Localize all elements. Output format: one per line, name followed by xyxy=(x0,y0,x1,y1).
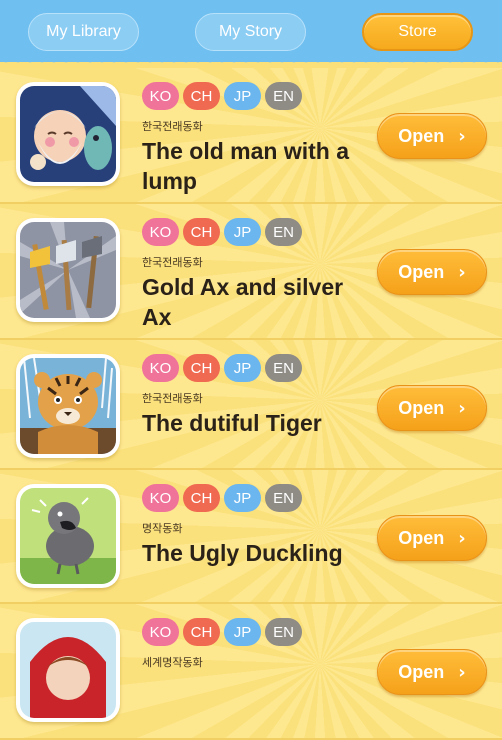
book-category: 한국전래동화 xyxy=(142,256,203,269)
list-item: KO CH JP EN 한국전래동화 The old man with a lu… xyxy=(0,68,502,204)
language-badges: KO CH JP EN xyxy=(142,218,302,246)
scalloped-edge xyxy=(0,56,502,68)
lang-badge-ch: CH xyxy=(183,354,220,382)
tab-my-story[interactable]: My Story xyxy=(195,13,306,51)
lang-badge-ko: KO xyxy=(142,218,179,246)
lang-badge-jp: JP xyxy=(224,218,261,246)
language-badges: KO CH JP EN xyxy=(142,354,302,382)
lang-badge-ko: KO xyxy=(142,484,179,512)
list-item: KO CH JP EN 한국전래동화 The dutiful Tiger Ope… xyxy=(0,340,502,470)
language-badges: KO CH JP EN xyxy=(142,82,302,110)
lang-badge-en: EN xyxy=(265,218,302,246)
language-badges: KO CH JP EN xyxy=(142,618,302,646)
list-item: KO CH JP EN 세계명작동화 Open › xyxy=(0,604,502,740)
lang-badge-jp: JP xyxy=(224,82,261,110)
book-cover[interactable] xyxy=(16,484,120,588)
book-title: The old man with a lump xyxy=(142,138,350,194)
lang-badge-ch: CH xyxy=(183,618,220,646)
chevron-right-icon: › xyxy=(458,261,466,283)
old-man-cover-icon xyxy=(20,86,116,182)
book-cover[interactable] xyxy=(16,354,120,458)
lang-badge-ko: KO xyxy=(142,618,179,646)
chevron-right-icon: › xyxy=(458,661,466,683)
open-button[interactable]: Open › xyxy=(377,515,487,561)
open-button-label: Open xyxy=(398,527,445,548)
lang-badge-ch: CH xyxy=(183,218,220,246)
lang-badge-ch: CH xyxy=(183,484,220,512)
chevron-right-icon: › xyxy=(458,527,466,549)
book-title: Gold Ax and silver Ax xyxy=(142,274,344,330)
lang-badge-ko: KO xyxy=(142,82,179,110)
lang-badge-jp: JP xyxy=(224,484,261,512)
open-button-label: Open xyxy=(398,397,445,418)
lang-badge-ko: KO xyxy=(142,354,179,382)
book-cover[interactable] xyxy=(16,82,120,186)
list-item: KO CH JP EN 명작동화 The Ugly Duckling Open … xyxy=(0,470,502,604)
top-nav-bar: My Library My Story Store xyxy=(0,0,502,68)
girl-cover-icon xyxy=(20,622,116,718)
open-button[interactable]: Open › xyxy=(377,649,487,695)
lang-badge-ch: CH xyxy=(183,82,220,110)
book-category: 세계명작동화 xyxy=(142,656,203,669)
duckling-cover-icon xyxy=(20,488,116,584)
book-title: The Ugly Duckling xyxy=(142,540,343,566)
list-item: KO CH JP EN 한국전래동화 Gold Ax and silver Ax… xyxy=(0,204,502,340)
lang-badge-jp: JP xyxy=(224,618,261,646)
book-cover[interactable] xyxy=(16,218,120,322)
tab-store[interactable]: Store xyxy=(362,13,473,51)
open-button[interactable]: Open › xyxy=(377,385,487,431)
lang-badge-en: EN xyxy=(265,354,302,382)
open-button-label: Open xyxy=(398,261,445,282)
open-button[interactable]: Open › xyxy=(377,249,487,295)
open-button[interactable]: Open › xyxy=(377,113,487,159)
tab-my-library[interactable]: My Library xyxy=(28,13,139,51)
lang-badge-en: EN xyxy=(265,82,302,110)
book-category: 한국전래동화 xyxy=(142,392,203,405)
lang-badge-jp: JP xyxy=(224,354,261,382)
lang-badge-en: EN xyxy=(265,618,302,646)
book-cover[interactable] xyxy=(16,618,120,722)
axes-cover-icon xyxy=(20,222,116,318)
book-title: The dutiful Tiger xyxy=(142,410,322,436)
chevron-right-icon: › xyxy=(458,125,466,147)
book-list[interactable]: KO CH JP EN 한국전래동화 The old man with a lu… xyxy=(0,68,502,740)
tiger-cover-icon xyxy=(20,358,116,454)
open-button-label: Open xyxy=(398,661,445,682)
language-badges: KO CH JP EN xyxy=(142,484,302,512)
lang-badge-en: EN xyxy=(265,484,302,512)
book-category: 한국전래동화 xyxy=(142,120,203,133)
chevron-right-icon: › xyxy=(458,397,466,419)
book-category: 명작동화 xyxy=(142,522,183,535)
open-button-label: Open xyxy=(398,125,445,146)
